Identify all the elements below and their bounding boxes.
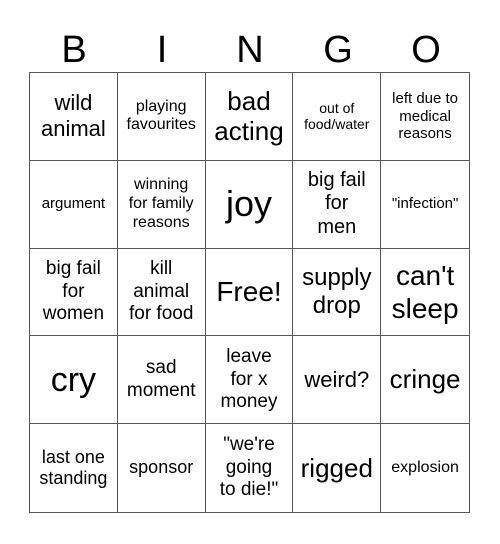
bingo-cell[interactable]: cry <box>30 336 118 425</box>
bingo-cell[interactable]: kill animal for food <box>117 248 206 337</box>
bingo-cell[interactable]: joy <box>205 160 294 249</box>
bingo-cell[interactable]: left due to medical reasons <box>381 73 469 161</box>
bingo-cell[interactable]: sad moment <box>117 336 206 425</box>
header-letter-g: G <box>323 29 353 71</box>
bingo-cell[interactable]: big fail for men <box>293 160 382 249</box>
bingo-cell[interactable]: explosion <box>381 424 469 512</box>
header-letter-i: I <box>156 29 168 71</box>
bingo-cell[interactable]: playing favourites <box>117 73 206 161</box>
bingo-cell[interactable]: rigged <box>293 424 382 512</box>
bingo-grid: wild animal playing favourites bad actin… <box>29 72 470 513</box>
header-letter-o: O <box>411 29 441 71</box>
bingo-cell[interactable]: cringe <box>381 336 469 425</box>
bingo-cell[interactable]: supply drop <box>293 248 382 337</box>
bingo-cell[interactable]: sponsor <box>118 424 206 512</box>
bingo-cell[interactable]: "infection" <box>381 161 469 249</box>
bingo-cell[interactable]: out of food/water <box>293 73 382 161</box>
bingo-cell[interactable]: "we're going to die!" <box>206 424 294 512</box>
bingo-cell[interactable]: weird? <box>293 336 382 425</box>
bingo-cell[interactable]: leave for x money <box>205 336 294 425</box>
header-letter-b: B <box>61 29 87 71</box>
bingo-cell[interactable]: last one standing <box>30 424 118 512</box>
bingo-cell[interactable]: argument <box>30 160 118 249</box>
bingo-header: B I N G O <box>30 28 470 72</box>
bingo-cell[interactable]: bad acting <box>205 73 294 161</box>
bingo-cell[interactable]: wild animal <box>30 73 118 161</box>
bingo-cell[interactable]: big fail for women <box>30 248 118 337</box>
bingo-cell[interactable]: can't sleep <box>381 249 469 337</box>
free-space-cell[interactable]: Free! <box>205 248 294 337</box>
header-letter-n: N <box>236 29 264 71</box>
bingo-cell[interactable]: winning for family reasons <box>117 160 206 249</box>
